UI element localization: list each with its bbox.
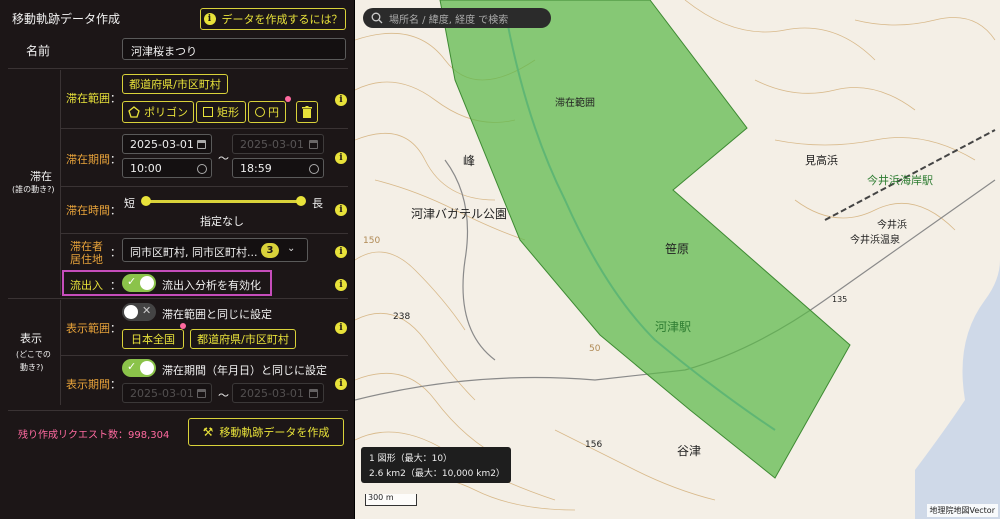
panel-title: 移動軌跡データ作成: [12, 12, 121, 26]
name-label: 名前: [26, 44, 51, 58]
display-range-info-icon[interactable]: i: [335, 322, 347, 334]
stay-time-value: 指定なし: [200, 215, 244, 228]
display-period-same-toggle[interactable]: ✓: [122, 359, 156, 377]
trash-icon: [302, 106, 312, 118]
square-icon: [203, 107, 213, 117]
route-label: 135: [832, 295, 848, 304]
stay-range-info-icon[interactable]: i: [335, 94, 347, 106]
place-label: 笹原: [665, 242, 690, 256]
elevation-label: 156: [585, 440, 603, 450]
check-icon: ✓: [127, 360, 137, 373]
stay-start-time-input[interactable]: 10:00: [122, 158, 212, 178]
stay-start-date-input[interactable]: 2025-03-01: [122, 134, 212, 154]
display-section-label: 表示: [20, 332, 42, 345]
residence-select[interactable]: 同市区町村, 同市区町村... 3 ⌄: [122, 238, 308, 262]
notification-dot: [180, 323, 186, 329]
display-pref-button[interactable]: 都道府県/市区町村: [190, 329, 296, 349]
inflow-toggle[interactable]: ✓: [122, 274, 156, 292]
x-icon: ✕: [142, 304, 152, 317]
place-label: 谷津: [677, 444, 702, 458]
pentagon-icon: [128, 106, 140, 118]
tools-icon: ⚒: [202, 425, 214, 439]
check-icon: ✓: [127, 275, 137, 288]
elevation-label: 50: [589, 344, 601, 354]
station-label: 今井浜海岸駅: [867, 174, 933, 187]
display-start-date-input[interactable]: 2025-03-01: [122, 383, 212, 403]
stay-end-date-input[interactable]: 2025-03-01: [232, 134, 324, 154]
info-icon: i: [203, 13, 216, 25]
notification-dot: [285, 96, 291, 102]
polygon-label: 滞在範囲: [555, 98, 595, 109]
calendar-icon: [309, 389, 318, 398]
place-label: 今井浜温泉: [850, 235, 900, 246]
stay-range-polygon: [439, 0, 851, 479]
stay-end-time-input[interactable]: 18:59: [232, 158, 324, 178]
display-end-date-input[interactable]: 2025-03-01: [232, 383, 324, 403]
display-period-same-label: 滞在期間（年月日）と同じに設定: [162, 364, 327, 377]
circle-icon: [255, 107, 265, 117]
stay-pref-button[interactable]: 都道府県/市区町村: [122, 74, 228, 94]
rect-button[interactable]: 矩形: [196, 101, 246, 123]
clock-icon: [309, 164, 319, 174]
place-label: 今井浜: [877, 220, 907, 231]
help-button[interactable]: i データを作成するには？: [200, 8, 346, 30]
search-input[interactable]: 場所名 / 緯度, 経度 で検索: [363, 8, 551, 28]
residence-count-badge: 3: [261, 243, 279, 258]
map-attribution[interactable]: 地理院地図Vector: [926, 504, 998, 517]
delete-button[interactable]: [296, 101, 318, 123]
display-range-same-toggle[interactable]: ✕: [122, 303, 156, 321]
inflow-toggle-label: 流出入分析を有効化: [162, 279, 261, 292]
stay-time-label: 滞在時間: [66, 204, 110, 217]
clock-icon: [197, 164, 207, 174]
slider-handle-max[interactable]: [296, 196, 306, 206]
display-period-info-icon[interactable]: i: [335, 378, 347, 390]
inflow-label: 流出入: [70, 279, 103, 292]
display-range-label: 表示範囲: [66, 322, 110, 335]
remaining-requests: 残り作成リクエスト数：998,304: [18, 430, 170, 441]
inflow-info-icon[interactable]: i: [335, 279, 347, 291]
scale-bar: 300 m: [365, 493, 417, 506]
place-label: 見高浜: [805, 154, 838, 167]
create-button[interactable]: ⚒ 移動軌跡データを作成: [188, 418, 344, 446]
chevron-down-icon: ⌄: [287, 243, 296, 254]
elevation-label: 238: [393, 312, 411, 322]
stay-time-slider[interactable]: [144, 200, 302, 203]
map-view[interactable]: 場所名 / 緯度, 経度 で検索 滞在範囲 峰 河津バガテル公園 笹原 河津駅 …: [355, 0, 1000, 519]
search-icon: [371, 12, 383, 24]
calendar-icon: [309, 140, 318, 149]
calendar-icon: [197, 140, 206, 149]
stay-range-label: 滞在範囲: [66, 92, 110, 105]
shape-info-box: 1 図形（最大：10） 2.6 km2（最大：10,000 km2）: [361, 447, 511, 483]
stay-time-info-icon[interactable]: i: [335, 204, 347, 216]
display-range-same-label: 滞在範囲と同じに設定: [162, 308, 272, 321]
slider-handle-min[interactable]: [141, 196, 151, 206]
stay-period-info-icon[interactable]: i: [335, 152, 347, 164]
place-label: 峰: [463, 154, 476, 168]
residence-label-2: 居住地: [70, 253, 103, 266]
station-label: 河津駅: [655, 320, 692, 334]
polygon-button[interactable]: ポリゴン: [122, 101, 194, 123]
japan-button[interactable]: 日本全国: [122, 329, 184, 349]
calendar-icon: [197, 389, 206, 398]
stay-section-sublabel: (誰の動き?): [12, 185, 55, 194]
elevation-label: 150: [363, 236, 381, 246]
circle-button[interactable]: 円: [248, 101, 286, 123]
residence-info-icon[interactable]: i: [335, 246, 347, 258]
display-period-label: 表示期間: [66, 378, 110, 391]
settings-panel: 移動軌跡データ作成 i データを作成するには？ 名前 河津桜まつり 滞在 (誰の…: [0, 0, 355, 519]
name-input[interactable]: 河津桜まつり: [122, 38, 346, 60]
stay-section-label: 滞在: [30, 170, 52, 183]
stay-period-label: 滞在期間: [66, 153, 110, 166]
place-label: 河津バガテル公園: [411, 207, 508, 221]
